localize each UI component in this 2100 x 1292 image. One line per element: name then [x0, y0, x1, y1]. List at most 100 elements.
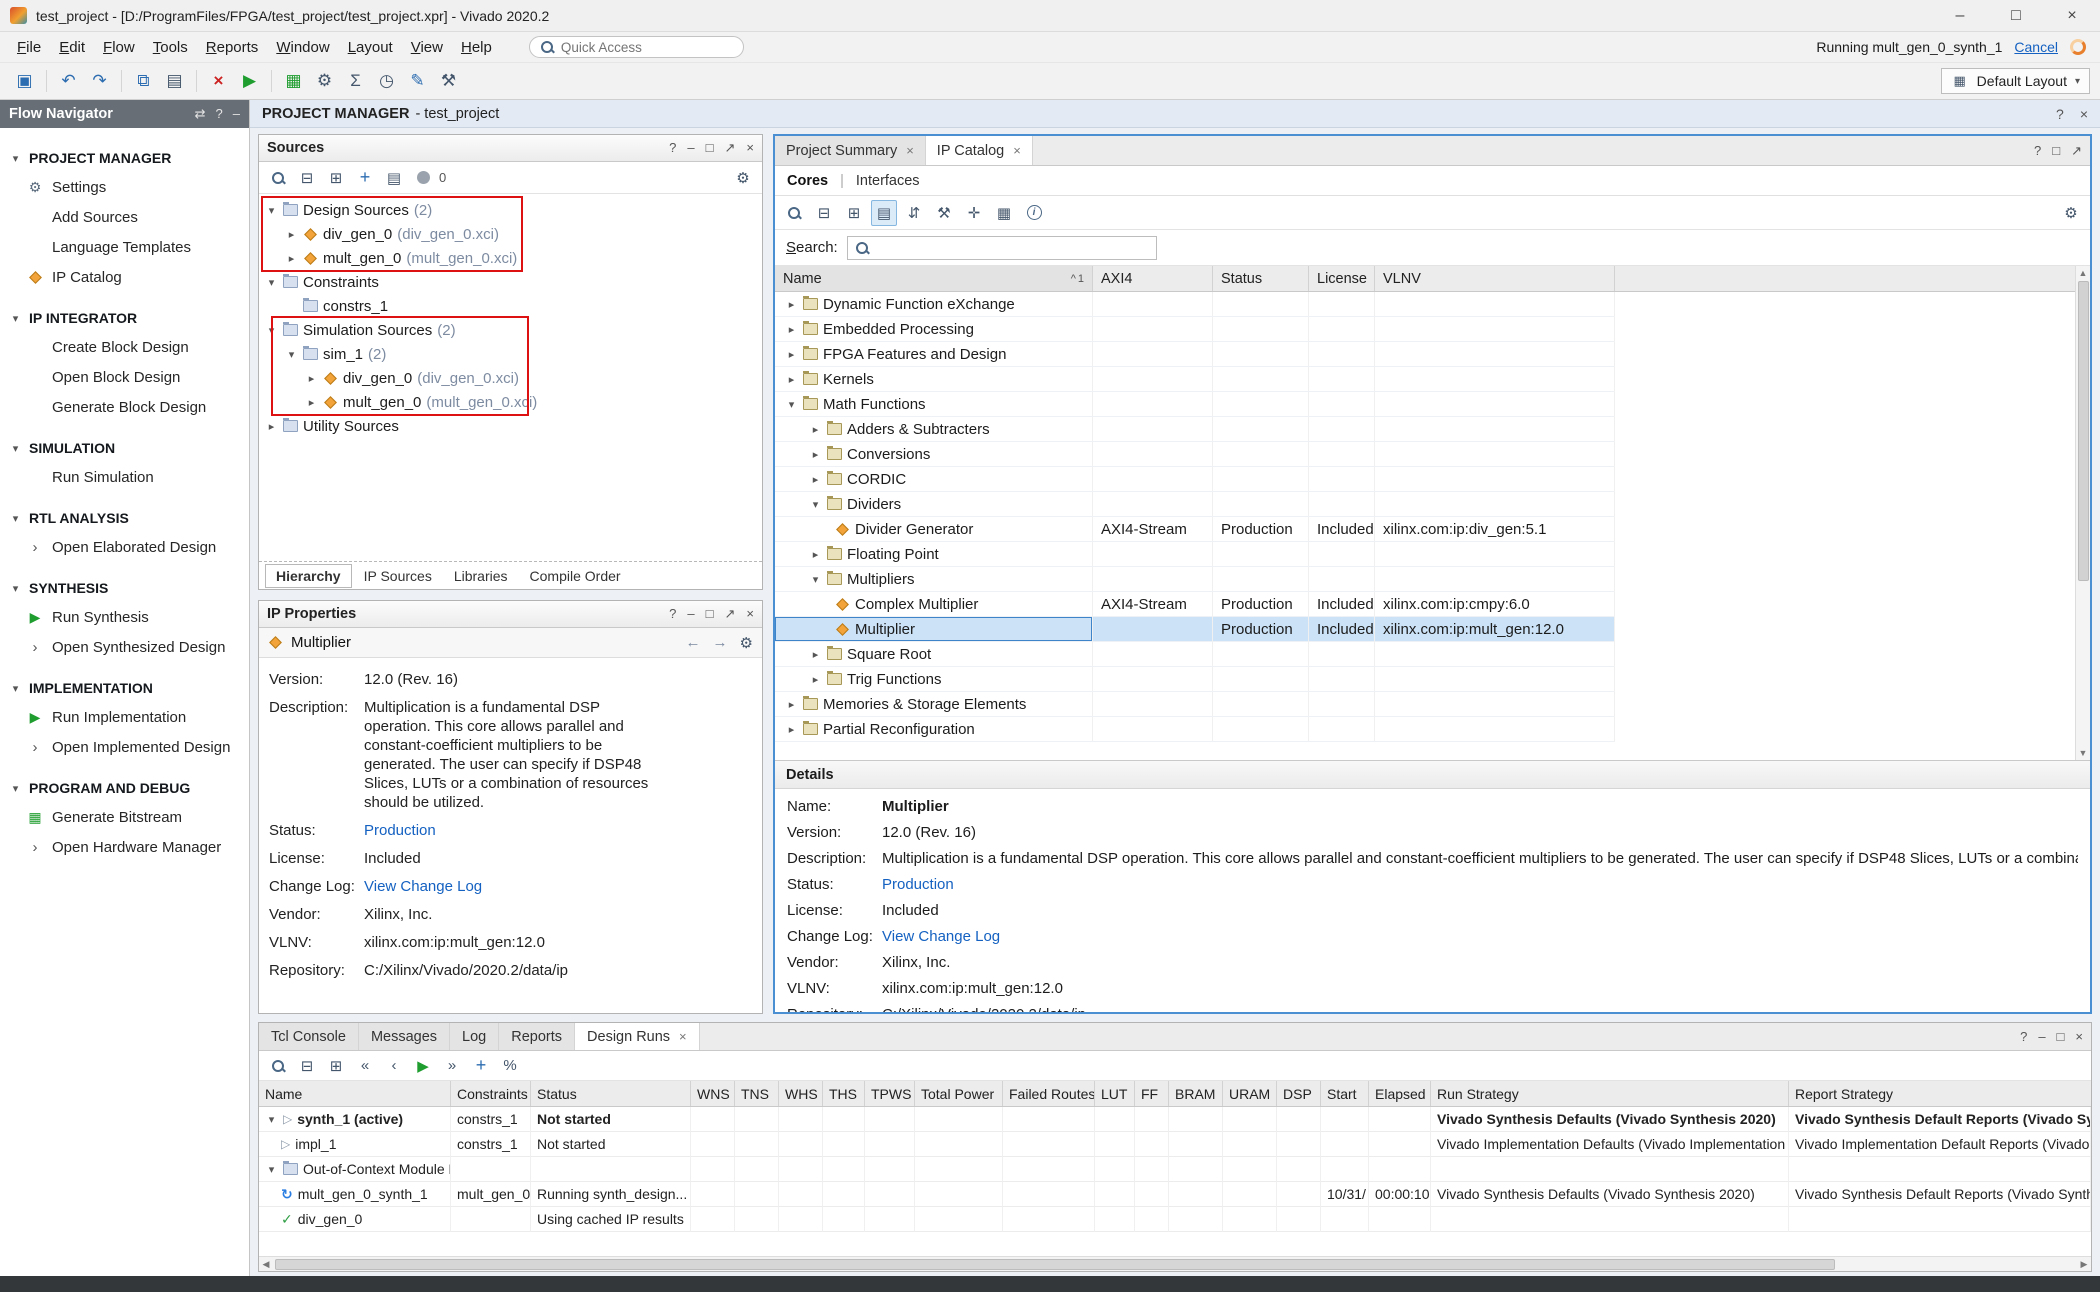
tab-log[interactable]: Log — [450, 1023, 499, 1050]
maximize-icon[interactable]: □ — [706, 606, 714, 622]
runs-column-elapsed[interactable]: Elapsed — [1369, 1081, 1431, 1106]
tab-project-summary[interactable]: Project Summary× — [775, 136, 926, 165]
close-icon[interactable]: × — [906, 143, 914, 158]
quick-access-input[interactable] — [561, 40, 734, 55]
source-tree-row-design-sources[interactable]: ▾Design Sources(2) — [259, 198, 762, 222]
tab-libraries[interactable]: Libraries — [444, 565, 518, 587]
source-tree-row-sim-div-gen[interactable]: ▸div_gen_0(div_gen_0.xci) — [259, 366, 762, 390]
run-row-synth-1[interactable]: ▾▷synth_1 (active) constrs_1 Not started… — [259, 1107, 2091, 1132]
redo-icon[interactable]: ↷ — [85, 67, 114, 95]
subtab-cores[interactable]: Cores — [787, 173, 828, 189]
runs-column-constraints[interactable]: Constraints — [451, 1081, 531, 1106]
vertical-scrollbar[interactable]: ▲ ▼ — [2075, 266, 2090, 760]
add-sources-icon[interactable]: + — [352, 165, 378, 191]
column-header-axi4[interactable]: AXI4 — [1093, 266, 1213, 291]
flow-toggle-icon[interactable]: ⇄ — [195, 106, 206, 122]
collapse-all-icon[interactable]: ⊟ — [811, 200, 837, 226]
source-tree-row-div-gen[interactable]: ▸div_gen_0(div_gen_0.xci) — [259, 222, 762, 246]
source-tree-row-utility-sources[interactable]: ▸Utility Sources — [259, 414, 762, 438]
flow-section-header-program-and-debug[interactable]: ▾PROGRAM AND DEBUG — [0, 774, 249, 802]
runs-column-report-strategy[interactable]: Report Strategy — [1789, 1081, 2091, 1106]
scroll-right-icon[interactable]: ▶ — [2077, 1257, 2091, 1271]
expand-all-icon[interactable]: ⊞ — [323, 165, 349, 191]
messages-filter-icon[interactable] — [410, 165, 436, 191]
flow-item-ip-catalog[interactable]: IP Catalog — [0, 262, 249, 292]
flow-section-header-simulation[interactable]: ▾SIMULATION — [0, 434, 249, 462]
source-tree-row-constraints[interactable]: ▾Constraints — [259, 270, 762, 294]
forward-arrow-icon[interactable]: → — [713, 634, 728, 652]
catalog-row-complex-multiplier[interactable]: Complex MultiplierAXI4-StreamProductionI… — [775, 592, 2075, 617]
layout-selector[interactable]: ▦ Default Layout ▾ — [1941, 68, 2090, 94]
menu-flow[interactable]: Flow — [94, 35, 144, 60]
catalog-search-input[interactable] — [876, 240, 1150, 256]
minimize-icon[interactable]: – — [2038, 1029, 2045, 1044]
tab-tcl-console[interactable]: Tcl Console — [259, 1023, 359, 1050]
horizontal-scrollbar[interactable]: ◀ ▶ — [259, 1256, 2091, 1271]
scroll-up-icon[interactable]: ▲ — [2079, 266, 2088, 280]
runs-column-ths[interactable]: THS — [823, 1081, 865, 1106]
close-icon[interactable]: × — [746, 140, 754, 156]
charts-icon[interactable]: ▦ — [279, 67, 308, 95]
minimize-icon[interactable]: – — [687, 140, 694, 156]
catalog-row-floating-point[interactable]: ▸Floating Point — [775, 542, 2075, 567]
collapse-all-icon[interactable]: ⊟ — [294, 1053, 320, 1079]
catalog-row-kernels[interactable]: ▸Kernels — [775, 367, 2075, 392]
quick-access-search[interactable] — [529, 36, 744, 58]
edit-icon[interactable]: ✎ — [403, 67, 432, 95]
menu-tools[interactable]: Tools — [144, 35, 197, 60]
menu-edit[interactable]: Edit — [50, 35, 94, 60]
minimize-icon[interactable]: – — [687, 606, 694, 622]
catalog-row-math-functions[interactable]: ▾Math Functions — [775, 392, 2075, 417]
group-by-category-icon[interactable]: ▤ — [871, 200, 897, 226]
close-button[interactable]: × — [2044, 0, 2100, 31]
run-icon[interactable]: ▶ — [235, 67, 264, 95]
catalog-row-multipliers[interactable]: ▾Multipliers — [775, 567, 2075, 592]
menu-file[interactable]: File — [8, 35, 50, 60]
scroll-left-icon[interactable]: ◀ — [259, 1257, 273, 1271]
maximize-icon[interactable]: □ — [2057, 1029, 2065, 1044]
subtab-interfaces[interactable]: Interfaces — [856, 173, 920, 189]
tab-design-runs[interactable]: Design Runs× — [575, 1023, 700, 1050]
column-header-license[interactable]: License — [1309, 266, 1375, 291]
runs-column-uram[interactable]: URAM — [1223, 1081, 1277, 1106]
runs-column-tns[interactable]: TNS — [735, 1081, 779, 1106]
catalog-row-fpga-features[interactable]: ▸FPGA Features and Design — [775, 342, 2075, 367]
flow-item-generate-block-design[interactable]: Generate Block Design — [0, 392, 249, 422]
flow-item-open-block-design[interactable]: Open Block Design — [0, 362, 249, 392]
menu-reports[interactable]: Reports — [197, 35, 268, 60]
close-icon[interactable]: × — [2080, 106, 2088, 122]
column-header-name[interactable]: Name^1 — [775, 266, 1093, 291]
percent-icon[interactable]: % — [497, 1053, 523, 1079]
expand-all-icon[interactable]: ⊞ — [841, 200, 867, 226]
flow-item-open-implemented-design[interactable]: ›Open Implemented Design — [0, 732, 249, 762]
debug-icon[interactable]: ⚒ — [434, 67, 463, 95]
tab-compile-order[interactable]: Compile Order — [520, 565, 631, 587]
runs-column-whs[interactable]: WHS — [779, 1081, 823, 1106]
menu-window[interactable]: Window — [267, 35, 338, 60]
source-tree-row-sim-mult-gen[interactable]: ▸mult_gen_0(mult_gen_0.xci) — [259, 390, 762, 414]
add-repository-icon[interactable]: ✛ — [961, 200, 987, 226]
catalog-row-dynamic-function-exchange[interactable]: ▸Dynamic Function eXchange — [775, 292, 2075, 317]
flow-item-create-block-design[interactable]: Create Block Design — [0, 332, 249, 362]
status-link[interactable]: Production — [882, 876, 954, 893]
save-icon[interactable]: ▣ — [10, 67, 39, 95]
source-tree-row-sim-1[interactable]: ▾sim_1(2) — [259, 342, 762, 366]
catalog-row-square-root[interactable]: ▸Square Root — [775, 642, 2075, 667]
flow-item-run-simulation[interactable]: Run Simulation — [0, 462, 249, 492]
step-first-icon[interactable]: « — [352, 1053, 378, 1079]
tab-reports[interactable]: Reports — [499, 1023, 575, 1050]
scroll-down-icon[interactable]: ▼ — [2079, 746, 2088, 760]
catalog-row-adders-subtracters[interactable]: ▸Adders & Subtracters — [775, 417, 2075, 442]
scrollbar-thumb[interactable] — [275, 1259, 1835, 1270]
run-row-mult-gen-synth[interactable]: ↻mult_gen_0_synth_1 mult_gen_0 Running s… — [259, 1182, 2091, 1207]
catalog-row-dividers[interactable]: ▾Dividers — [775, 492, 2075, 517]
collapse-all-icon[interactable]: ⊟ — [294, 165, 320, 191]
runs-column-bram[interactable]: BRAM — [1169, 1081, 1223, 1106]
help-icon[interactable]: ? — [216, 106, 223, 122]
restore-hierarchy-icon[interactable]: ⇵ — [901, 200, 927, 226]
collapse-icon[interactable]: – — [233, 106, 240, 122]
column-header-status[interactable]: Status — [1213, 266, 1309, 291]
undo-icon[interactable]: ↶ — [54, 67, 83, 95]
runs-column-name[interactable]: Name — [259, 1081, 451, 1106]
float-icon[interactable]: □ — [2052, 143, 2060, 158]
